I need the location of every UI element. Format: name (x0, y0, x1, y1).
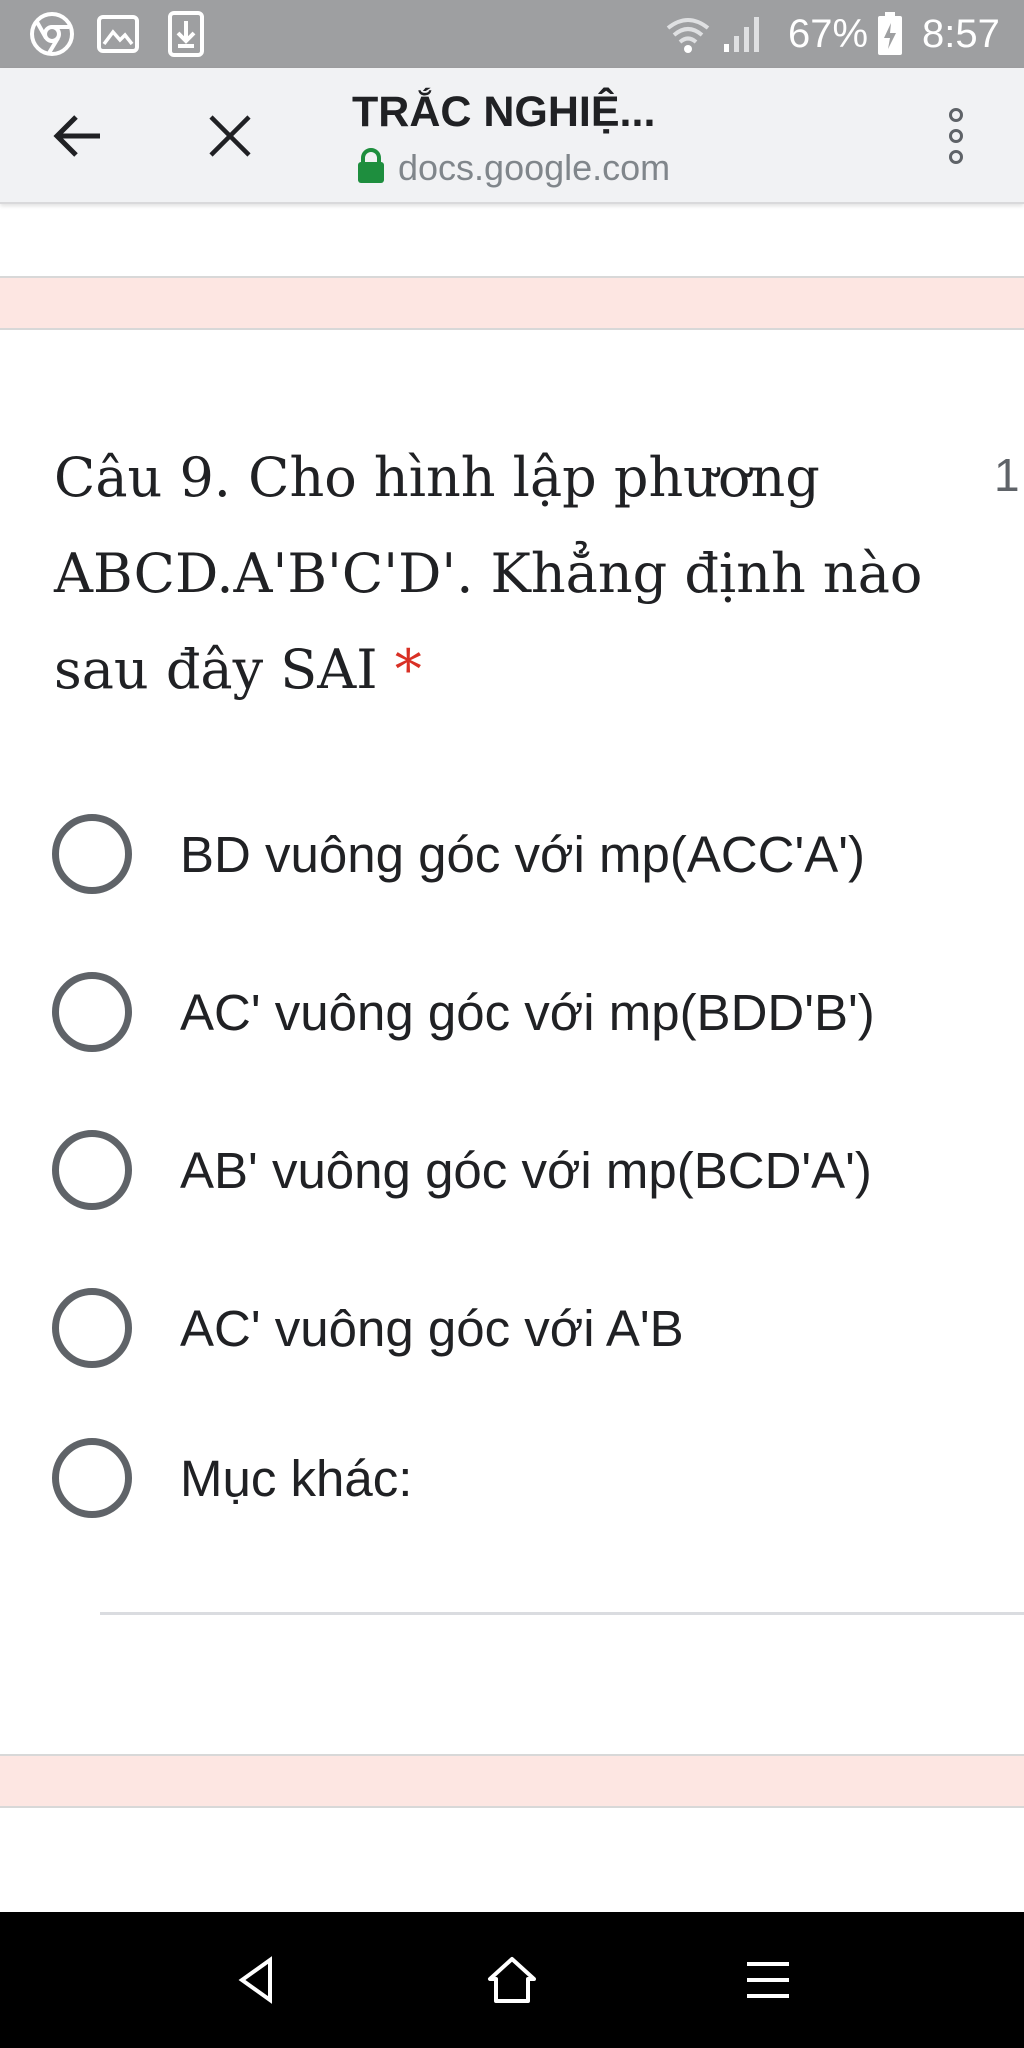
url-text: docs.google.com (398, 147, 671, 188)
back-arrow-icon[interactable] (40, 98, 116, 174)
question-text: Câu 9. Cho hình lập phương ABCD.A'B'C'D'… (54, 446, 923, 701)
status-bar: 67% 8:57 (0, 0, 1024, 68)
radio-button[interactable] (52, 1288, 132, 1368)
section-divider-bottom (0, 1754, 1024, 1808)
signal-icon (718, 10, 766, 58)
nav-menu-icon[interactable] (726, 1938, 810, 2022)
battery-percent: 67% (788, 12, 869, 56)
option-1[interactable]: BD vuông góc với mp(ACC'A') (52, 806, 1012, 902)
gallery-icon (94, 10, 142, 58)
wifi-icon (664, 10, 712, 58)
option-label: Mục khác: (180, 1449, 413, 1507)
lock-icon (356, 147, 386, 189)
radio-button[interactable] (52, 1130, 132, 1210)
battery-charging-icon (866, 10, 914, 58)
question-points: 1 (994, 449, 1020, 501)
chrome-icon (28, 10, 76, 58)
url-display[interactable]: docs.google.com (356, 144, 670, 192)
more-vert-icon[interactable] (918, 98, 994, 174)
option-label: AC' vuông góc với A'B (180, 1299, 684, 1357)
system-nav-bar (0, 1912, 1024, 2048)
option-label: BD vuông góc với mp(ACC'A') (180, 825, 865, 883)
required-asterisk: * (394, 638, 422, 701)
option-label: AC' vuông góc với mp(BDD'B') (180, 983, 875, 1041)
radio-button[interactable] (52, 1438, 132, 1518)
option-other[interactable]: Mục khác: (52, 1430, 1012, 1526)
radio-button[interactable] (52, 814, 132, 894)
option-4[interactable]: AC' vuông góc với A'B (52, 1280, 1012, 1376)
download-icon (162, 10, 210, 58)
option-label: AB' vuông góc với mp(BCD'A') (180, 1141, 872, 1199)
question-title: Câu 9. Cho hình lập phương ABCD.A'B'C'D'… (54, 430, 984, 718)
nav-home-icon[interactable] (470, 1938, 554, 2022)
page-title: TRẮC NGHIỆ... (352, 88, 656, 136)
section-divider-top (0, 276, 1024, 330)
option-2[interactable]: AC' vuông góc với mp(BDD'B') (52, 964, 1012, 1060)
option-3[interactable]: AB' vuông góc với mp(BCD'A') (52, 1122, 1012, 1218)
close-icon[interactable] (192, 98, 268, 174)
browser-toolbar: TRẮC NGHIỆ... docs.google.com (0, 68, 1024, 204)
other-text-input[interactable] (100, 1612, 1024, 1615)
clock: 8:57 (922, 12, 1000, 56)
radio-button[interactable] (52, 972, 132, 1052)
nav-back-icon[interactable] (214, 1938, 298, 2022)
